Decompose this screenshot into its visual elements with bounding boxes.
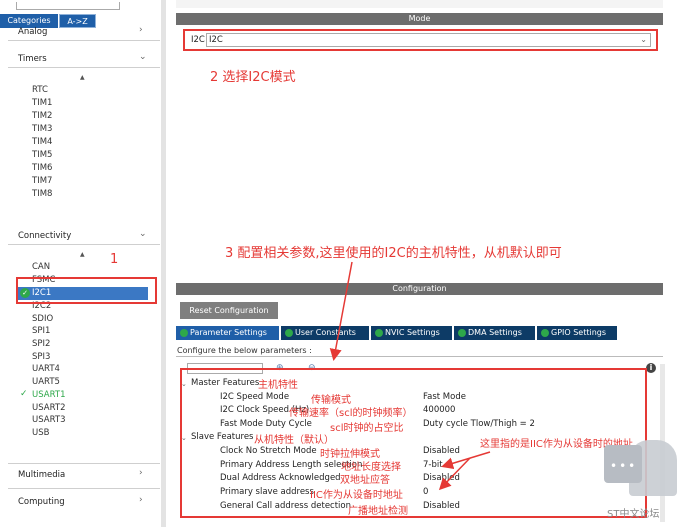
annotation-arrows bbox=[329, 261, 491, 491]
watermark-text: ST中文论坛 bbox=[607, 509, 660, 520]
annotation-arrow bbox=[329, 261, 353, 361]
chat-icon: ••• bbox=[604, 445, 642, 483]
chat-dots-icon: ••• bbox=[610, 459, 638, 473]
annotation-arrow bbox=[441, 451, 491, 470]
